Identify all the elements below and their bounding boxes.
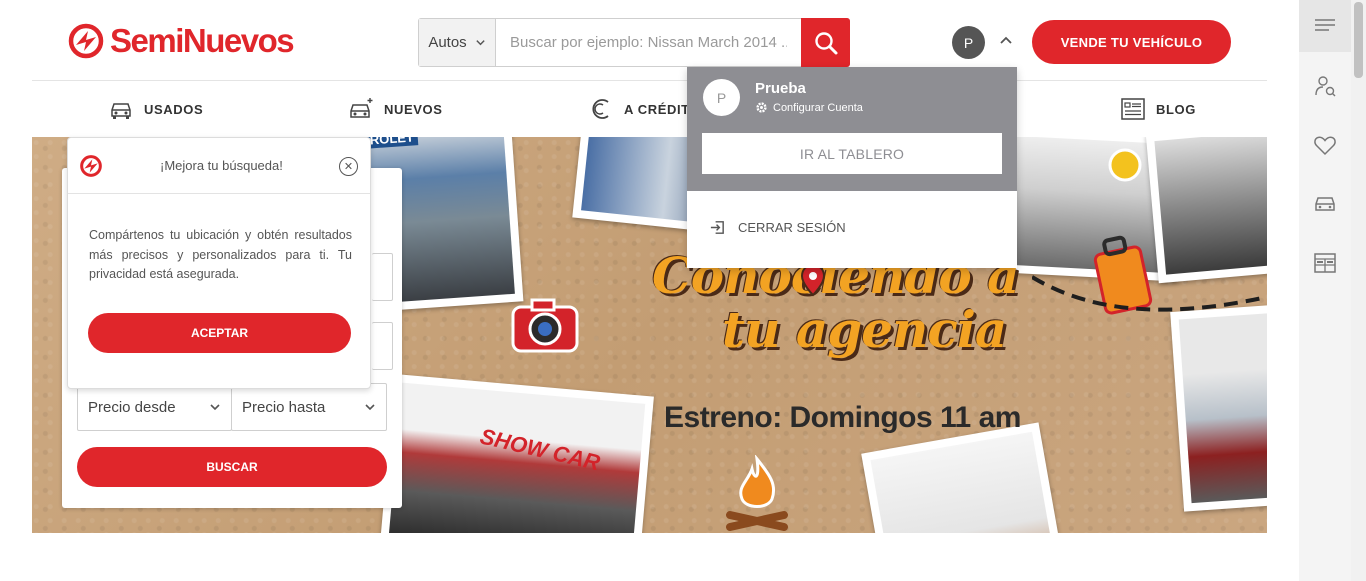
credit-icon (592, 99, 609, 119)
sell-vehicle-button[interactable]: VENDE TU VEHÍCULO (1032, 20, 1231, 64)
dropdown-avatar: P (703, 79, 740, 116)
nav-label: USADOS (144, 101, 204, 117)
location-popup-title: ¡Mejora tu búsqueda! (160, 158, 283, 173)
coin-sticker-icon (1108, 148, 1142, 182)
logout-item[interactable]: CERRAR SESIÓN (709, 219, 846, 236)
chevron-down-icon (475, 40, 485, 46)
car-icon (1315, 197, 1335, 211)
map-pin-icon (800, 263, 826, 297)
nav-label: NUEVOS (384, 101, 443, 117)
user-dropdown-menu: P Prueba Configurar Cuenta IR AL TABLERO… (687, 67, 1017, 268)
hero-title-line2: tu agencia (722, 300, 1007, 359)
sidebar-vehicles-button[interactable] (1299, 177, 1351, 229)
nav-item-credito[interactable]: A CRÉDITO (588, 96, 700, 122)
nav-item-blog[interactable]: BLOG (1120, 96, 1196, 122)
form-field-partial[interactable] (372, 322, 393, 370)
dropdown-user-name: Prueba (755, 80, 806, 97)
search-submit-button[interactable]: BUSCAR (77, 447, 387, 487)
page-scrollbar[interactable] (1351, 0, 1366, 581)
accept-location-button[interactable]: ACEPTAR (88, 313, 351, 353)
search-category-select[interactable]: Autos (419, 19, 496, 66)
blog-icon (1121, 98, 1145, 120)
right-sidebar (1299, 0, 1351, 581)
heart-icon (1314, 136, 1336, 156)
used-car-icon (111, 103, 131, 119)
close-icon[interactable]: ✕ (339, 157, 358, 176)
gear-icon (756, 102, 767, 113)
configure-account-link[interactable]: Configurar Cuenta (755, 101, 863, 114)
sidebar-menu-button[interactable] (1299, 0, 1351, 52)
dashboard-button[interactable]: IR AL TABLERO (702, 133, 1002, 174)
nav-item-nuevos[interactable]: NUEVOS (348, 96, 443, 122)
nav-label: BLOG (1156, 101, 1196, 117)
hero-subtitle: Estreno: Domingos 11 am (664, 401, 1021, 434)
location-popup-header: ¡Mejora tu búsqueda! ✕ (68, 138, 370, 194)
nav-item-usados[interactable]: USADOS (108, 96, 203, 122)
user-dropdown-header: P Prueba Configurar Cuenta IR AL TABLERO (687, 67, 1017, 191)
logout-icon (710, 221, 724, 234)
sidebar-compare-button[interactable] (1299, 237, 1351, 289)
search-input[interactable] (496, 19, 801, 66)
main-nav: USADOS NUEVOS A CRÉDITO BLOG (32, 82, 1267, 137)
logo-text: SemiNuevos (110, 22, 295, 59)
chevron-down-icon (210, 404, 220, 411)
price-to-value: Precio hasta (242, 398, 326, 416)
location-popup-text: Compártenos tu ubicación y obtén resulta… (89, 228, 352, 281)
location-popup: ¡Mejora tu búsqueda! ✕ Compártenos tu ub… (67, 137, 371, 389)
page: SemiNuevos Autos P VENDE TU VEHÍCULO USA… (0, 0, 1366, 581)
search-button[interactable] (801, 18, 850, 67)
chevron-down-icon (365, 404, 375, 411)
search-bar: Autos (418, 18, 850, 67)
user-search-icon (1315, 76, 1336, 97)
logo-mark-icon (68, 23, 104, 59)
header-divider (32, 80, 1267, 81)
search-icon (814, 31, 837, 54)
price-to-select[interactable]: Precio hasta (231, 383, 387, 431)
hero-photo-street (1170, 302, 1267, 512)
hero-photo-showcar: SHOW CAR (380, 373, 654, 533)
user-avatar[interactable]: P (952, 26, 985, 59)
scrollbar-thumb[interactable] (1354, 2, 1363, 78)
search-category-value: Autos (428, 34, 467, 51)
campfire-sticker-icon (726, 455, 788, 531)
compare-grid-icon (1314, 253, 1336, 273)
chevron-up-icon[interactable] (999, 34, 1013, 48)
logout-label: CERRAR SESIÓN (738, 220, 846, 235)
logo-mark-icon (80, 155, 102, 177)
new-car-icon (350, 98, 373, 118)
menu-lines-icon (1315, 19, 1335, 31)
site-logo[interactable]: SemiNuevos (68, 22, 295, 60)
price-from-value: Precio desde (88, 398, 176, 416)
camera-sticker-icon (511, 298, 579, 353)
sidebar-favorites-button[interactable] (1299, 119, 1351, 171)
form-field-partial[interactable] (372, 253, 393, 301)
hero-photo-lot (1145, 137, 1267, 284)
sidebar-user-button[interactable] (1299, 60, 1351, 112)
dashed-path-decoration (1032, 275, 1267, 312)
price-from-select[interactable]: Precio desde (77, 383, 232, 431)
configure-account-label: Configurar Cuenta (773, 101, 863, 114)
